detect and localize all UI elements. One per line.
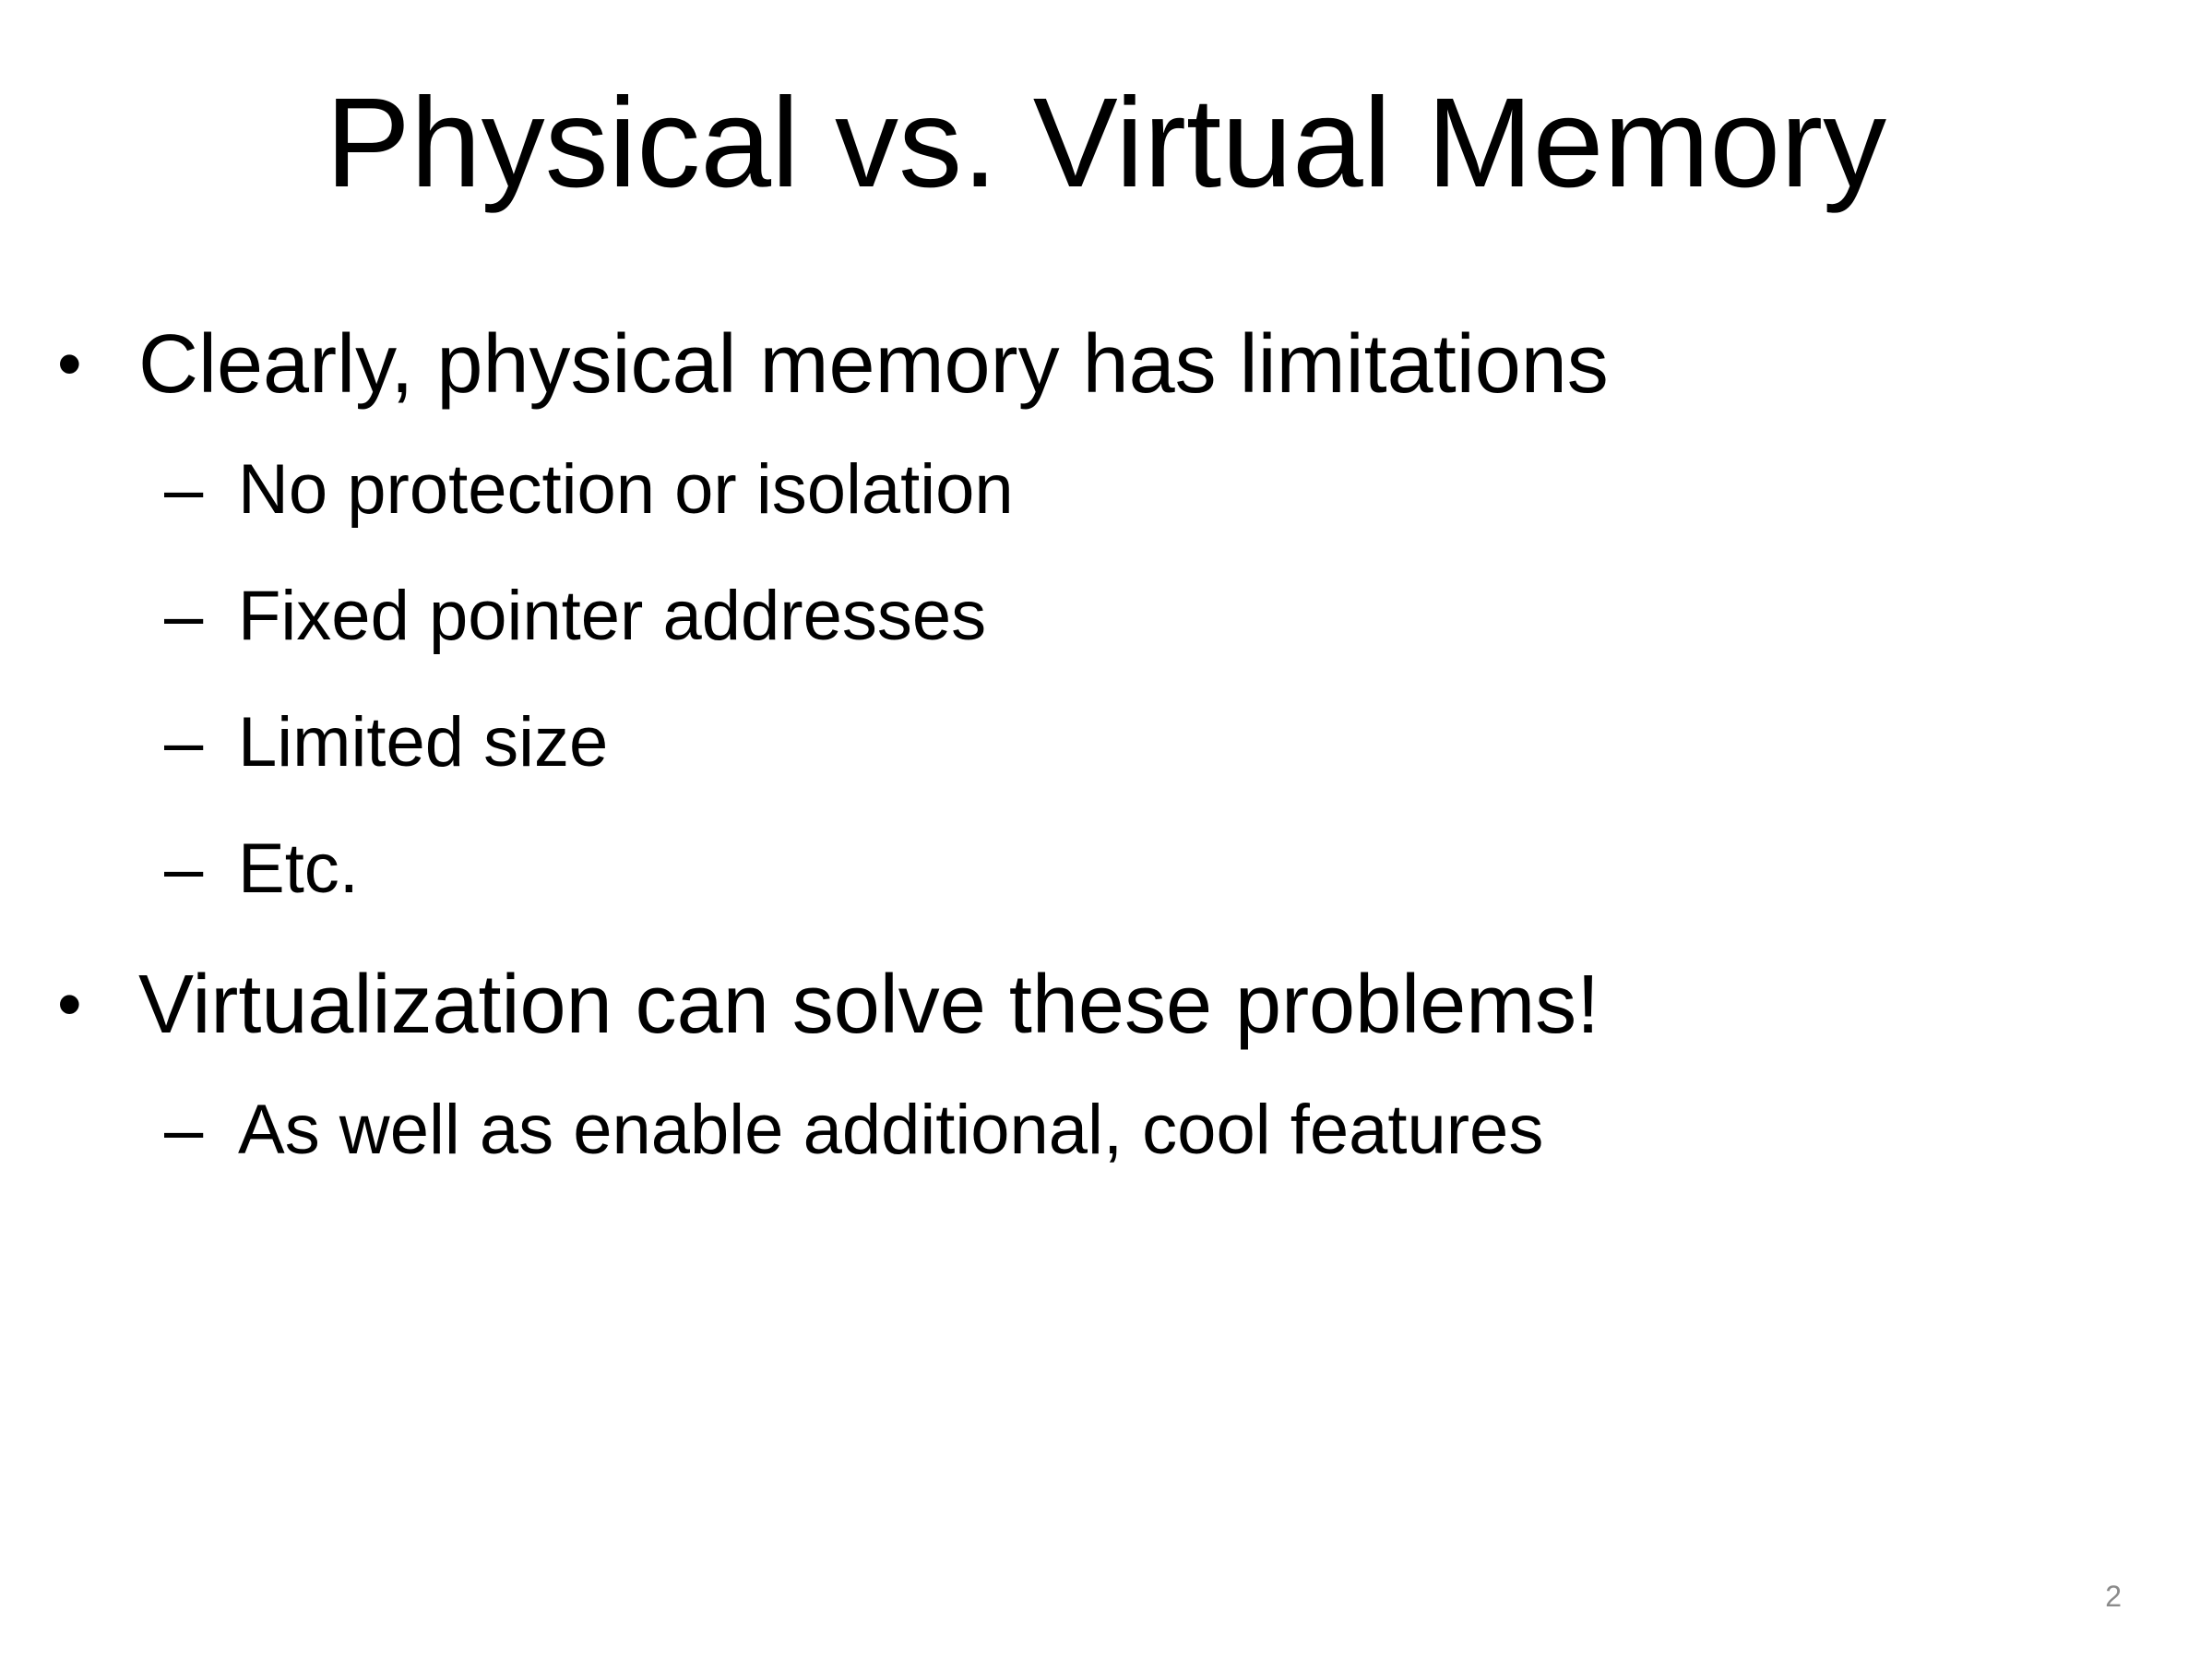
sub-bullet-text: No protection or isolation	[238, 450, 1014, 529]
sub-bullet-item: – Fixed pointer addresses	[0, 553, 2212, 679]
dash-icon: –	[164, 450, 204, 529]
sub-bullet-item: – Etc.	[0, 806, 2212, 932]
sub-bullet-text: Fixed pointer addresses	[238, 577, 987, 655]
sub-list-container: – As well as enable additional, cool fea…	[0, 1067, 2212, 1193]
sub-list: – No protection or isolation – Fixed poi…	[0, 426, 2212, 932]
sub-bullet-text: As well as enable additional, cool featu…	[238, 1091, 1544, 1169]
slide: Physical vs. Virtual Memory • Clearly, p…	[0, 0, 2212, 1659]
sub-bullet-item: – No protection or isolation	[0, 426, 2212, 553]
sub-bullet-item: – As well as enable additional, cool fea…	[0, 1067, 2212, 1193]
bullet-item: • Clearly, physical memory has limitatio…	[0, 304, 2212, 424]
bullet-text: Clearly, physical memory has limitations	[138, 318, 1609, 411]
dash-icon: –	[164, 1091, 204, 1169]
bullet-item: • Virtualization can solve these problem…	[0, 945, 2212, 1065]
dash-icon: –	[164, 703, 204, 782]
sub-bullet-item: – Limited size	[0, 679, 2212, 806]
bullet-icon: •	[57, 325, 82, 403]
dash-icon: –	[164, 577, 204, 655]
slide-title: Physical vs. Virtual Memory	[325, 72, 1887, 214]
sub-bullet-text: Limited size	[238, 703, 609, 782]
sub-bullet-text: Etc.	[238, 830, 359, 908]
dash-icon: –	[164, 830, 204, 908]
sub-list-container: – No protection or isolation – Fixed poi…	[0, 426, 2212, 932]
bullet-text: Virtualization can solve these problems!	[138, 959, 1600, 1051]
bullet-icon: •	[57, 965, 82, 1044]
sub-list: – As well as enable additional, cool fea…	[0, 1067, 2212, 1193]
bullet-list: • Clearly, physical memory has limitatio…	[0, 304, 2212, 1206]
page-number: 2	[2105, 1580, 2122, 1613]
